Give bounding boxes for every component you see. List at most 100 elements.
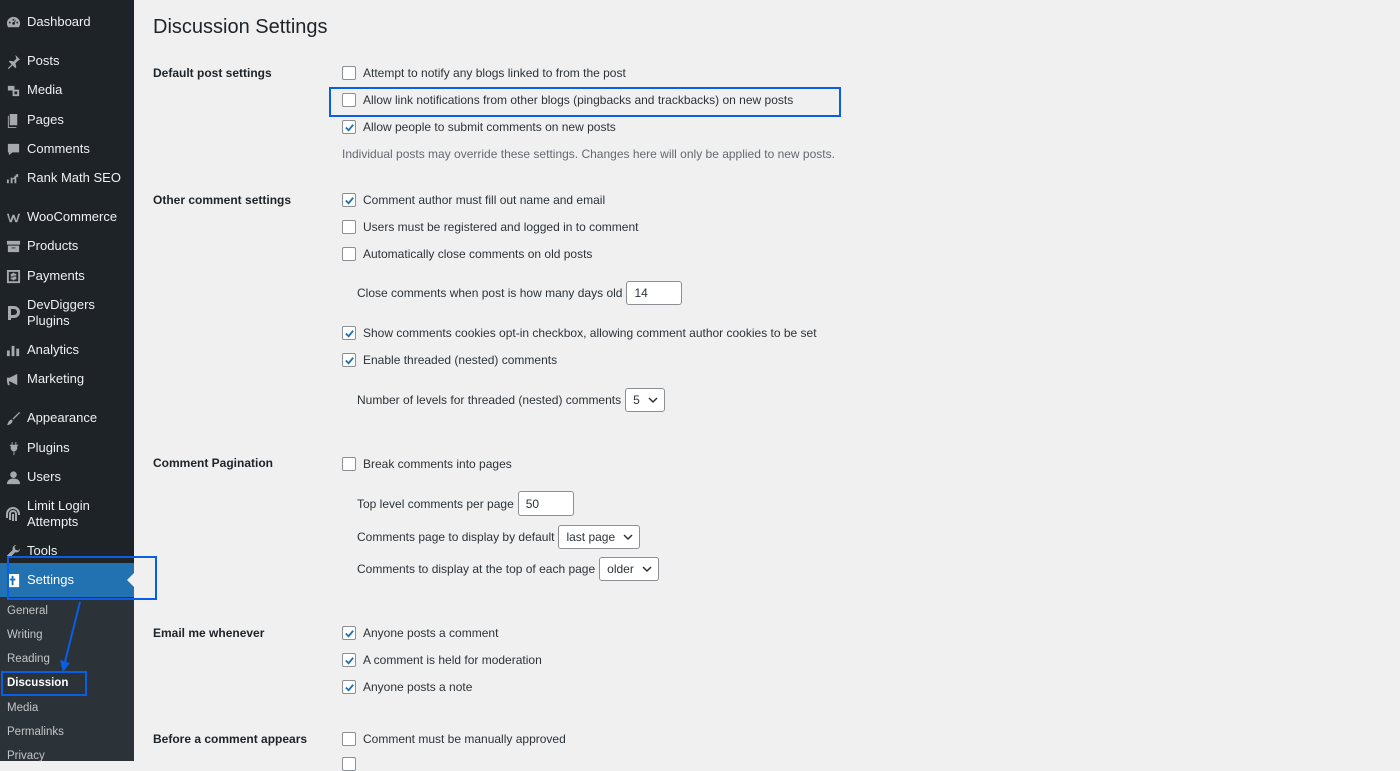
dashboard-icon (4, 14, 22, 30)
option-notify-linked-blogs[interactable]: Attempt to notify any blogs linked to fr… (342, 66, 626, 80)
checkbox[interactable] (342, 326, 356, 340)
thread-levels-select[interactable]: 5 (625, 388, 665, 412)
close-days-input[interactable] (626, 281, 683, 305)
sidebar-item-payments[interactable]: Payments (0, 268, 134, 284)
sidebar-item-plugins[interactable]: Plugins (0, 440, 134, 456)
sidebar-item-limit-login-attempts[interactable]: Limit Login Attempts (0, 498, 134, 530)
option-manual-approval[interactable]: Comment must be manually approved (342, 732, 566, 746)
sidebar-item-label: Rank Math SEO (27, 170, 121, 185)
settings-highlight-box (7, 556, 157, 600)
per-page-label: Top level comments per page (357, 496, 514, 511)
checkbox[interactable] (342, 220, 356, 234)
top-order-row: Comments to display at the top of each p… (357, 557, 659, 581)
default-page-select[interactable]: last page (558, 525, 641, 549)
sidebar-item-label: Marketing (27, 371, 85, 386)
option-require-name-email[interactable]: Comment author must fill out name and em… (342, 193, 605, 207)
submenu-item-privacy[interactable]: Privacy (7, 750, 45, 762)
page-title: Discussion Settings (153, 16, 328, 38)
sidebar-item-users[interactable]: Users (0, 469, 134, 485)
option-email-new-comment[interactable]: Anyone posts a comment (342, 626, 498, 640)
option-cookies-opt-in[interactable]: Show comments cookies opt-in checkbox, a… (342, 326, 817, 340)
section-label-before-appears: Before a comment appears (153, 732, 308, 746)
top-order-label: Comments to display at the top of each p… (357, 562, 596, 576)
sidebar-item-rank-math-seo[interactable]: Rank Math SEO (0, 170, 134, 186)
sidebar-item-appearance[interactable]: Appearance (0, 410, 134, 426)
sidebar-item-label: WooCommerce (27, 209, 118, 224)
chevron-down-icon (648, 397, 658, 404)
sidebar-item-comments[interactable]: Comments (0, 141, 134, 157)
checkmark-icon (344, 196, 354, 205)
sidebar-item-posts[interactable]: Posts (0, 53, 134, 69)
media-icon (4, 82, 22, 98)
close-days-label: Close comments when post is how many day… (357, 286, 623, 300)
checkbox[interactable] (342, 732, 356, 746)
option-next-partial[interactable] (342, 757, 363, 771)
select-value: 5 (633, 393, 640, 407)
sidebar-item-label: Analytics (27, 342, 80, 357)
select-value: older (607, 562, 634, 576)
option-label: Allow people to submit comments on new p… (363, 120, 616, 134)
sidebar-item-label: Posts (27, 53, 60, 68)
checkbox[interactable] (342, 120, 356, 134)
checkbox[interactable] (342, 353, 356, 367)
fingerprint-icon (4, 498, 22, 530)
per-page-input[interactable] (517, 491, 574, 516)
top-order-select[interactable]: older (599, 557, 659, 581)
sidebar-item-woocommerce[interactable]: WooCommerce (0, 209, 134, 225)
option-email-note[interactable]: Anyone posts a note (342, 680, 472, 694)
chevron-down-icon (623, 534, 633, 541)
thread-levels-label: Number of levels for threaded (nested) c… (357, 393, 622, 407)
option-break-pages[interactable]: Break comments into pages (342, 457, 512, 471)
megaphone-icon (4, 371, 22, 387)
checkmark-icon (344, 329, 354, 338)
option-label: Comment must be manually approved (363, 732, 566, 746)
option-email-moderation[interactable]: A comment is held for moderation (342, 653, 542, 667)
submenu-item-media[interactable]: Media (7, 702, 38, 714)
checkbox[interactable] (342, 66, 356, 80)
option-label: Anyone posts a note (363, 680, 473, 694)
sidebar-item-dashboard[interactable]: Dashboard (0, 14, 134, 30)
checkbox[interactable] (342, 193, 356, 207)
checkbox[interactable] (342, 247, 356, 261)
option-threaded-comments[interactable]: Enable threaded (nested) comments (342, 353, 557, 367)
plugin-icon (4, 440, 22, 456)
sidebar-item-pages[interactable]: Pages (0, 112, 134, 128)
pingback-highlight-box (329, 87, 841, 117)
checkbox[interactable] (342, 653, 356, 667)
sidebar-item-label: Pages (27, 112, 64, 127)
select-value: last page (566, 530, 616, 544)
pin-icon (4, 53, 22, 69)
submenu-item-reading[interactable]: Reading (7, 653, 50, 665)
section-label-email: Email me whenever (153, 626, 265, 640)
option-label: Attempt to notify any blogs linked to fr… (363, 66, 626, 80)
option-label: Automatically close comments on old post… (363, 247, 593, 261)
annotation-arrow (60, 601, 81, 672)
checkbox[interactable] (342, 457, 356, 471)
sidebar-item-devdiggers-plugins[interactable]: DevDiggers Plugins (0, 297, 134, 329)
rank-math-icon (4, 170, 22, 186)
section-label-default-post: Default post settings (153, 66, 272, 80)
sidebar-item-products[interactable]: Products (0, 238, 134, 254)
bar-chart-icon (4, 342, 22, 358)
checkbox[interactable] (342, 680, 356, 694)
submenu-item-general[interactable]: General (7, 605, 48, 617)
default-page-row: Comments page to display by default last… (357, 525, 641, 549)
submenu-item-writing[interactable]: Writing (7, 629, 43, 641)
option-allow-comments[interactable]: Allow people to submit comments on new p… (342, 120, 616, 134)
sidebar-item-analytics[interactable]: Analytics (0, 342, 134, 358)
option-auto-close-comments[interactable]: Automatically close comments on old post… (342, 247, 592, 261)
checkbox[interactable] (342, 626, 356, 640)
sidebar-item-marketing[interactable]: Marketing (0, 371, 134, 387)
submenu-item-permalinks[interactable]: Permalinks (7, 726, 64, 738)
checkmark-icon (344, 356, 354, 365)
sidebar-item-media[interactable]: Media (0, 82, 134, 98)
option-label: Comment author must fill out name and em… (363, 193, 606, 207)
thread-levels-row: Number of levels for threaded (nested) c… (357, 388, 665, 412)
option-require-registration[interactable]: Users must be registered and logged in t… (342, 220, 638, 234)
sidebar-item-label: Dashboard (27, 14, 91, 29)
sidebar-item-label: Appearance (27, 410, 98, 425)
comment-bubble-icon (4, 141, 22, 157)
checkbox[interactable] (342, 757, 356, 771)
checkmark-icon (344, 629, 354, 638)
sidebar-item-label-line2: Plugins (27, 313, 70, 328)
